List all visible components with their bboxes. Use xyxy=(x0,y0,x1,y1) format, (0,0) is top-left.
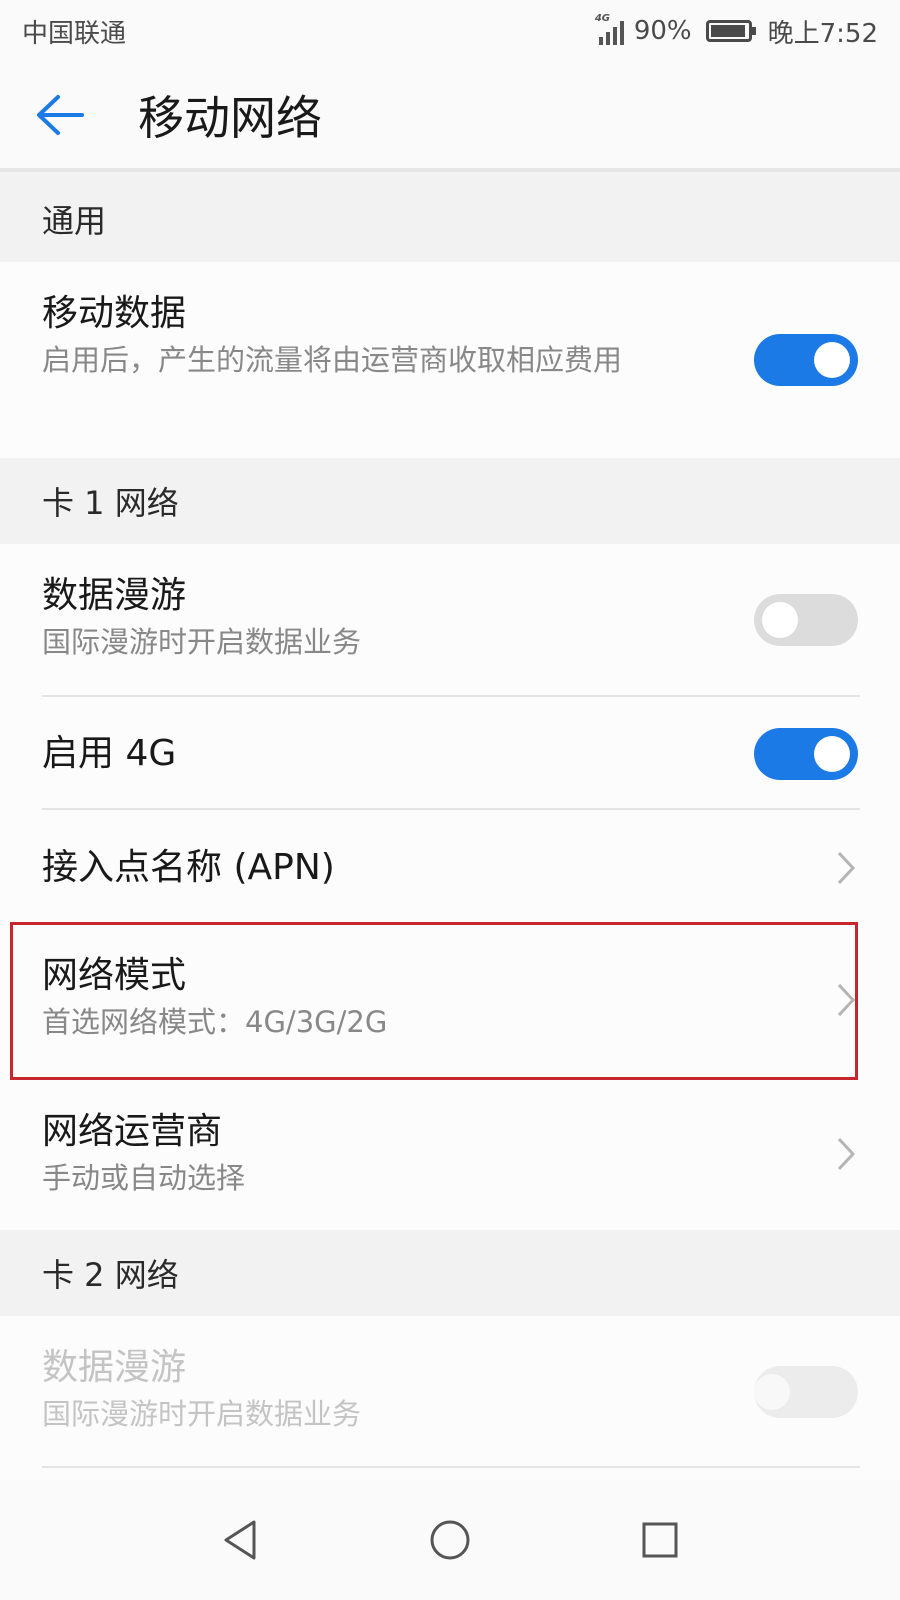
status-bar: 中国联通 4G 90% 晚上7:52 xyxy=(0,0,900,62)
toggle-knob xyxy=(814,736,850,772)
row-title: 网络模式 xyxy=(42,955,187,996)
toggle-knob xyxy=(754,1374,790,1410)
network-mode-row[interactable]: 网络模式 首选网络模式：4G/3G/2G xyxy=(0,952,900,1044)
signal-icon: 4G xyxy=(595,13,624,45)
home-circle-icon[interactable] xyxy=(420,1510,480,1570)
row-title: 移动数据 xyxy=(42,293,187,334)
enable-4g-toggle[interactable] xyxy=(754,728,858,780)
section-label: 通用 xyxy=(42,202,107,240)
back-triangle-icon[interactable] xyxy=(210,1510,270,1570)
row-subtitle: 手动或自动选择 xyxy=(42,1161,246,1195)
row-subtitle: 启用后，产生的流量将由运营商收取相应费用 xyxy=(42,343,623,377)
row-subtitle: 国际漫游时开启数据业务 xyxy=(42,1397,362,1431)
row-subtitle: 国际漫游时开启数据业务 xyxy=(42,625,362,659)
clock: 晚上7:52 xyxy=(767,18,878,49)
divider xyxy=(42,695,860,697)
page-title: 移动网络 xyxy=(138,91,322,145)
apn-row[interactable]: 接入点名称 (APN) xyxy=(0,844,900,892)
chevron-right-icon xyxy=(837,1137,856,1171)
battery-icon xyxy=(705,20,756,42)
mobile-data-toggle[interactable] xyxy=(754,334,858,386)
status-indicators: 4G 90% 晚上7:52 xyxy=(595,13,878,50)
section-label: 卡 1 网络 xyxy=(42,484,179,522)
row-title: 启用 4G xyxy=(42,733,177,774)
row-title: 网络运营商 xyxy=(42,1111,223,1152)
row-title: 接入点名称 (APN) xyxy=(42,847,335,888)
section-label: 卡 2 网络 xyxy=(42,1256,179,1294)
toggle-knob xyxy=(762,602,798,638)
divider xyxy=(42,808,860,810)
chevron-right-icon xyxy=(837,851,856,885)
network-carrier-row[interactable]: 网络运营商 手动或自动选择 xyxy=(0,1108,900,1200)
battery-percent: 90% xyxy=(633,16,692,46)
row-subtitle: 首选网络模式：4G/3G/2G xyxy=(42,1005,388,1039)
system-nav-bar xyxy=(0,1480,900,1600)
row-title: 数据漫游 xyxy=(42,1347,187,1388)
chevron-right-icon xyxy=(837,983,856,1017)
divider xyxy=(42,1466,860,1468)
sim2-data-roaming-toggle xyxy=(754,1366,858,1418)
section-header-general: 通用 xyxy=(0,176,900,262)
network-type-label: 4G xyxy=(594,13,610,24)
arrow-left-icon[interactable] xyxy=(0,60,120,170)
row-title: 数据漫游 xyxy=(42,575,187,616)
recents-square-icon[interactable] xyxy=(630,1510,690,1570)
app-header: 移动网络 xyxy=(0,62,900,172)
section-header-sim1: 卡 1 网络 xyxy=(0,458,900,544)
toggle-knob xyxy=(814,342,850,378)
section-header-sim2: 卡 2 网络 xyxy=(0,1230,900,1316)
data-roaming-toggle[interactable] xyxy=(754,594,858,646)
carrier-name: 中国联通 xyxy=(22,18,127,49)
